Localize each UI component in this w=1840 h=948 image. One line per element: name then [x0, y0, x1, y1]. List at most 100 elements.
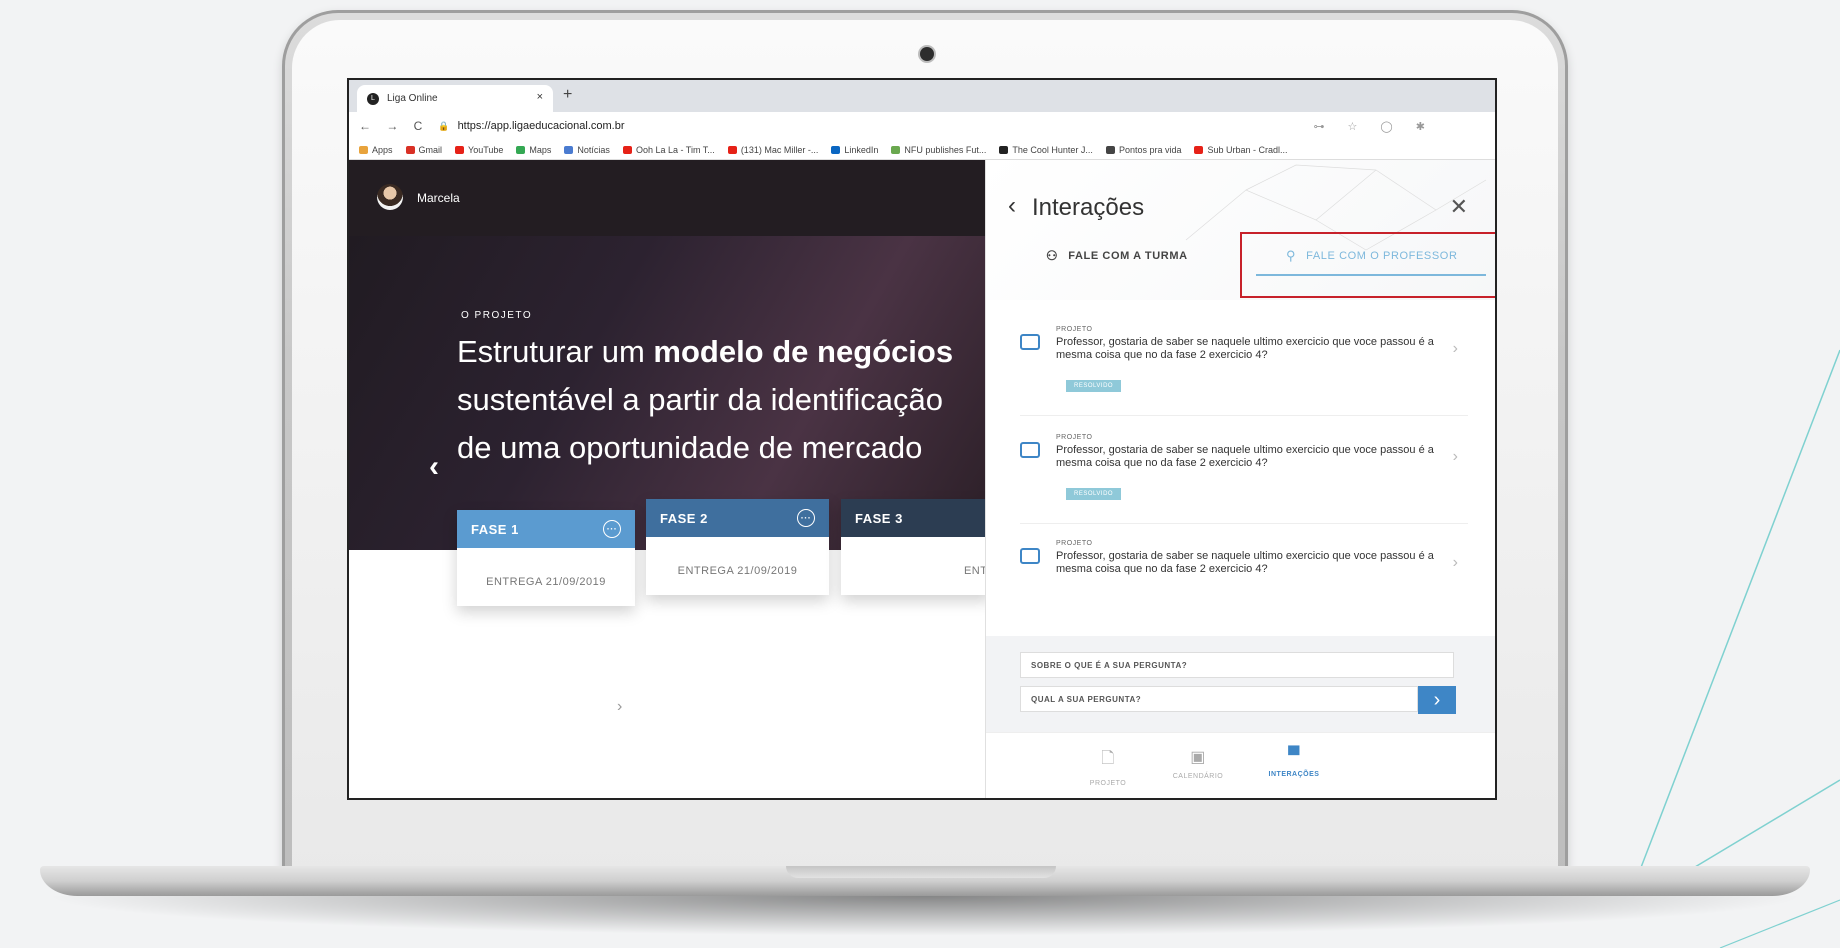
hero-title: Estruturar um modelo de negócios sustent…: [457, 328, 977, 472]
bottom-nav-item[interactable]: 🗋 PROJETO: [1068, 747, 1148, 787]
nav-icon: ▣: [1190, 749, 1206, 766]
more-icon[interactable]: ···: [603, 520, 621, 538]
phase-label: FASE 3: [855, 510, 903, 526]
bookmark-item[interactable]: Notícias: [564, 145, 610, 155]
bookmark-icon: [1194, 145, 1204, 154]
address-bar: ← → C 🔒 https://app.ligaeducacional.com.…: [349, 112, 1495, 140]
browser-tools[interactable]: ⊶ ☆ ◯ ✱: [1313, 120, 1435, 133]
message-category: PROJETO: [1056, 540, 1093, 547]
url-field[interactable]: https://app.ligaeducacional.com.br: [458, 120, 625, 132]
question-field[interactable]: QUAL A SUA PERGUNTA?: [1020, 686, 1418, 712]
tab-close-icon[interactable]: ×: [537, 91, 543, 103]
bookmark-icon: [999, 145, 1009, 154]
nav-label: CALENDÁRIO: [1172, 773, 1224, 780]
user-name[interactable]: Marcela: [417, 191, 460, 205]
phase-delivery: ENTI: [963, 565, 991, 577]
bookmark-item[interactable]: The Cool Hunter J...: [999, 145, 1093, 155]
chevron-right-icon[interactable]: ›: [1453, 448, 1458, 466]
bookmark-label: The Cool Hunter J...: [1012, 144, 1093, 155]
message-text: Professor, gostaria de saber se naquele …: [1056, 550, 1434, 575]
phase-header: FASE 1 ···: [457, 510, 635, 548]
bookmark-item[interactable]: LinkedIn: [831, 145, 878, 155]
message-text: Professor, gostaria de saber se naquele …: [1056, 444, 1434, 469]
phase-delivery: ENTREGA 21/09/2019: [677, 565, 798, 577]
browser-tab[interactable]: L Liga Online ×: [357, 85, 553, 112]
nav-label: INTERAÇÕES: [1268, 771, 1320, 778]
bookmarks-bar: Apps Gmail YouTube Maps Notícias Ooh La La - …: [349, 140, 1495, 160]
hero-title-pre: Estruturar um: [457, 334, 654, 369]
hero-title-post: sustentável a partir da identificação de…: [457, 382, 943, 465]
message-item[interactable]: PROJETO Professor, gostaria de saber se n…: [1020, 428, 1468, 524]
bottom-nav-item[interactable]: ▀ INTERAÇÕES: [1254, 747, 1334, 778]
message-item[interactable]: PROJETO Professor, gostaria de saber se n…: [1020, 534, 1468, 630]
message-item[interactable]: PROJETO Professor, gostaria de saber se n…: [1020, 320, 1468, 416]
chevron-right-icon[interactable]: ›: [1453, 340, 1458, 358]
phase-card-3[interactable]: FASE 3 ENTI: [841, 499, 991, 595]
bottom-nav-item[interactable]: ▣ CALENDÁRIO: [1158, 747, 1238, 780]
bookmark-icon: [831, 145, 841, 154]
bookmark-item[interactable]: Sub Urban - Cradl...: [1194, 144, 1288, 155]
message-text: Professor, gostaria de saber se naquele …: [1056, 336, 1434, 361]
send-button[interactable]: ›: [1418, 686, 1456, 714]
back-icon[interactable]: ‹: [1008, 192, 1016, 220]
bookmark-item[interactable]: YouTube: [455, 145, 503, 155]
nav-controls[interactable]: ← → C: [359, 119, 428, 133]
bookmark-item[interactable]: Apps: [359, 145, 393, 155]
more-icon[interactable]: ···: [797, 509, 815, 527]
avatar[interactable]: [377, 184, 403, 210]
bookmark-icon: [516, 145, 526, 154]
bookmark-label: Maps: [529, 144, 552, 155]
bookmark-icon: [564, 145, 574, 154]
bookmark-item[interactable]: NFU publishes Fut...: [891, 145, 986, 155]
bottom-nav: 🗋 PROJETO ▣ CALENDÁRIO ▀ INTERAÇÕES: [986, 732, 1495, 798]
bookmark-label: Pontos pra vida: [1118, 144, 1182, 155]
app-topbar: Marcela: [349, 160, 989, 236]
highlight-box: [1240, 232, 1495, 298]
pager-next-icon[interactable]: ›: [617, 698, 622, 716]
bookmark-icon: [622, 145, 632, 154]
phase-header: FASE 2 ···: [646, 499, 829, 537]
hero-title-bold: modelo de negócios: [653, 334, 954, 369]
close-icon[interactable]: ✕: [1450, 194, 1468, 220]
group-icon: ⚇: [1046, 248, 1059, 263]
nav-icon: ▀: [1288, 747, 1300, 764]
bookmark-item[interactable]: Pontos pra vida: [1105, 144, 1182, 155]
bookmark-label: LinkedIn: [844, 144, 879, 155]
bookmark-label: Notícias: [577, 144, 610, 155]
tab-fale-com-a-turma[interactable]: ⚇ FALE COM A TURMA: [1046, 248, 1188, 264]
bookmark-label: YouTube: [468, 144, 504, 155]
bookmark-label: Ooh La La - Tim T...: [635, 144, 715, 155]
prev-arrow-icon[interactable]: ‹: [429, 450, 439, 484]
nav-label: PROJETO: [1089, 780, 1127, 787]
hero-banner: Marcela O PROJETO Estruturar um modelo d…: [349, 160, 989, 550]
panel-header: ‹ Interações ✕ ⚇ FALE COM A TURMA ⚲ FALE…: [986, 160, 1495, 300]
phase-delivery: ENTREGA 21/09/2019: [486, 576, 606, 588]
laptop-shadow: [40, 896, 1810, 936]
interactions-panel: ‹ Interações ✕ ⚇ FALE COM A TURMA ⚲ FALE…: [985, 160, 1495, 798]
bookmark-label: Sub Urban - Cradl...: [1207, 144, 1288, 155]
phase-card-1[interactable]: FASE 1 ··· ENTREGA 21/09/2019: [457, 510, 635, 606]
bookmark-icon: [1105, 145, 1115, 154]
chat-bubble-icon: [1020, 334, 1040, 350]
browser-tabbar: L Liga Online × +: [349, 80, 1495, 112]
bookmark-item[interactable]: Ooh La La - Tim T...: [622, 144, 715, 155]
nav-icon: 🗋: [1101, 750, 1115, 767]
bookmark-icon: [727, 145, 737, 154]
bookmark-item[interactable]: Gmail: [405, 145, 442, 155]
subject-field[interactable]: SOBRE O QUE É A SUA PERGUNTA?: [1020, 652, 1454, 678]
app-viewport: Marcela O PROJETO Estruturar um modelo d…: [349, 160, 1495, 798]
bookmark-icon: [359, 145, 368, 154]
hero-kicker: O PROJETO: [461, 310, 533, 321]
tab-label: FALE COM A TURMA: [1068, 250, 1188, 262]
chat-bubble-icon: [1020, 442, 1040, 458]
message-category: PROJETO: [1056, 326, 1093, 333]
chevron-right-icon[interactable]: ›: [1453, 554, 1458, 572]
question-form: SOBRE O QUE É A SUA PERGUNTA? QUAL A SUA…: [986, 636, 1495, 732]
tab-title: Liga Online: [387, 93, 438, 104]
laptop-screen: L Liga Online × + ← → C 🔒 https://app.li…: [347, 78, 1497, 800]
phase-card-2[interactable]: FASE 2 ··· ENTREGA 21/09/2019: [646, 499, 829, 595]
bookmark-item[interactable]: (131) Mac Miller -...: [727, 145, 818, 155]
bookmark-item[interactable]: Maps: [516, 145, 551, 155]
new-tab-button[interactable]: +: [563, 86, 572, 104]
phase-header: FASE 3: [841, 499, 991, 537]
